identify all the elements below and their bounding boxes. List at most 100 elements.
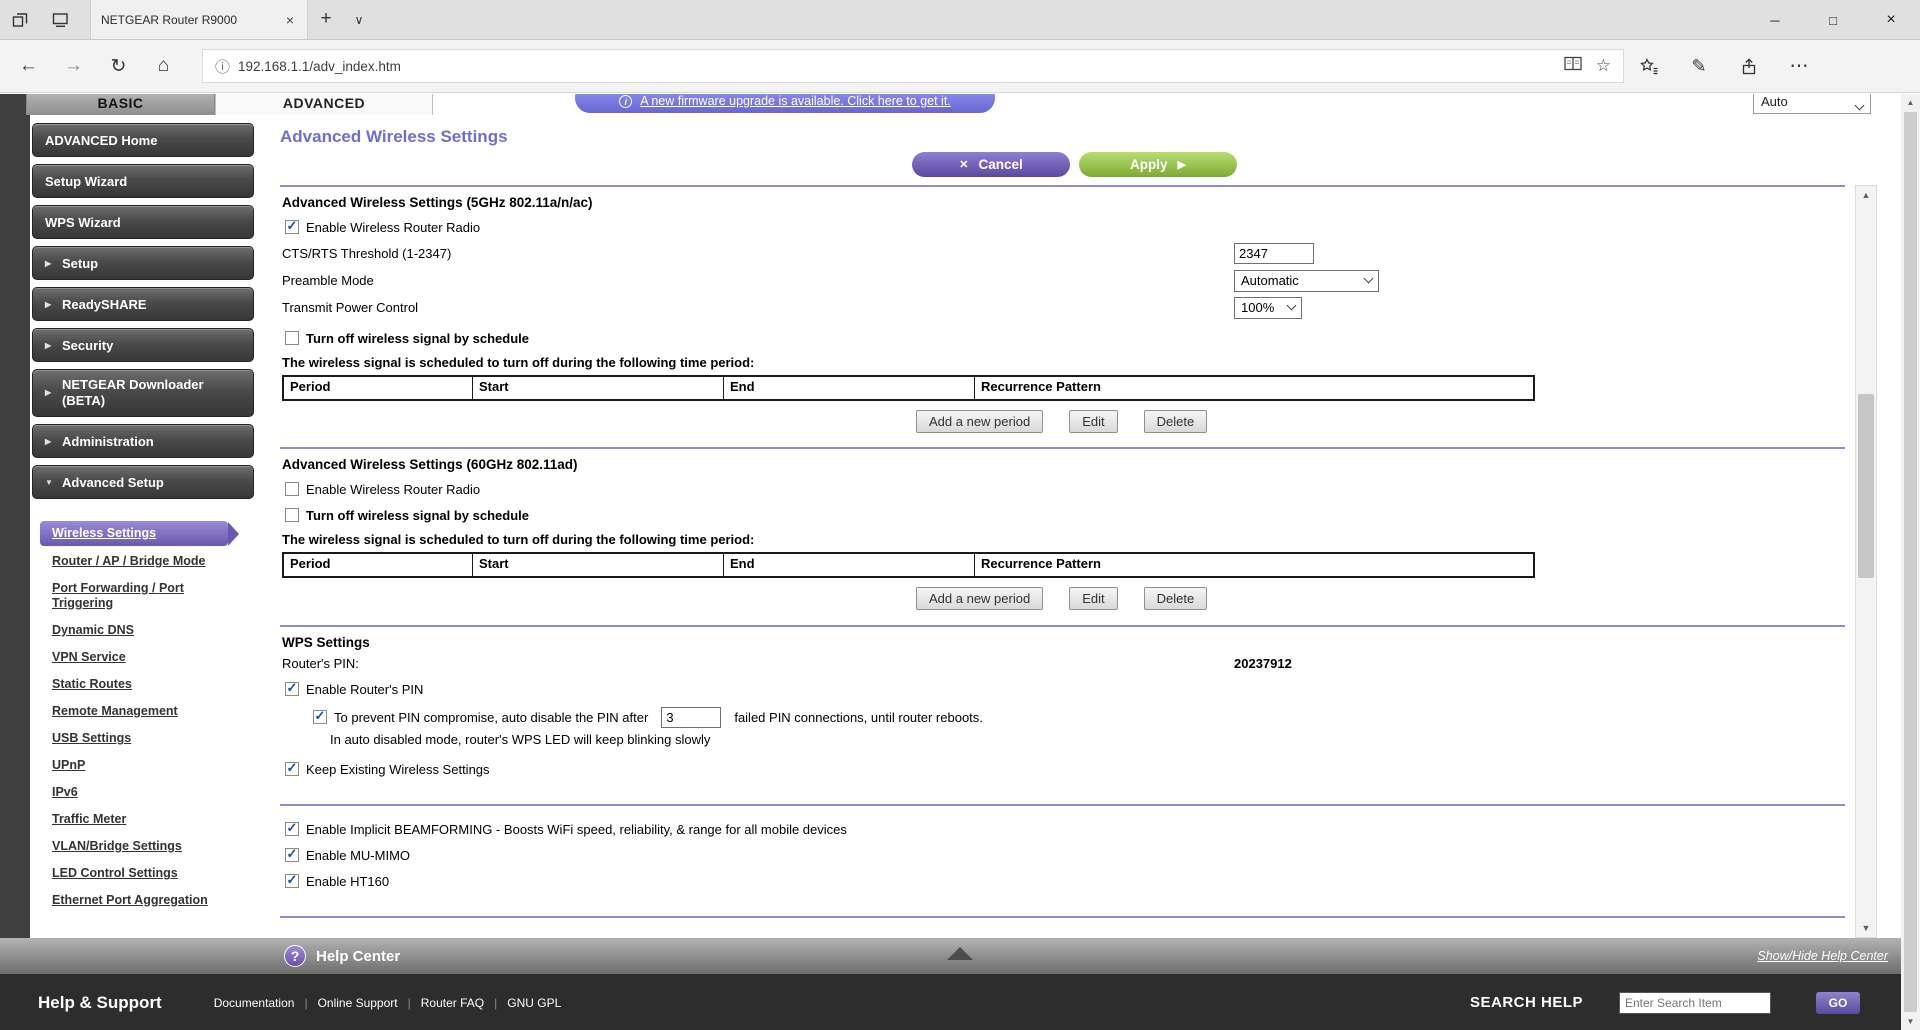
site-info-icon[interactable]: ⓘ	[215, 56, 230, 77]
sidebar-item-label: Setup Wizard	[45, 174, 127, 189]
sidebar-item-label: ADVANCED Home	[45, 133, 157, 148]
scroll-down-icon[interactable]: ▼	[1856, 919, 1876, 937]
schedule-off-60ghz-checkbox[interactable]	[285, 508, 299, 522]
sidebar-subitem-static-routes[interactable]: Static Routes	[52, 677, 227, 692]
help-center-bar: ? Help Center Show/Hide Help Center	[0, 938, 1920, 974]
search-go-button[interactable]: GO	[1816, 992, 1860, 1014]
favorites-hub-icon[interactable]	[1624, 58, 1674, 75]
transmit-power-select[interactable]: 100%	[1234, 297, 1302, 319]
sidebar-item-advanced-setup[interactable]: ▼ Advanced Setup	[32, 465, 254, 499]
refresh-icon[interactable]: ↻	[96, 55, 141, 78]
edit-period-button[interactable]: Edit	[1069, 410, 1117, 433]
cts-threshold-label: CTS/RTS Threshold (1-2347)	[282, 246, 451, 261]
new-tab-button[interactable]: +	[308, 0, 344, 39]
failed-pin-count-input[interactable]	[661, 707, 721, 728]
url-text[interactable]: 192.168.1.1/adv_index.htm	[238, 59, 1564, 74]
browser-tab[interactable]: NETGEAR Router R9000 ×	[90, 0, 308, 39]
scroll-up-icon[interactable]: ▲	[1901, 94, 1920, 111]
content-scrollbar[interactable]: ▲ ▼	[1855, 185, 1877, 938]
sidebar-subitem-port-forwarding[interactable]: Port Forwarding / Port Triggering	[52, 581, 227, 611]
sidebar-item-netgear-downloader[interactable]: ▶ NETGEAR Downloader (BETA)	[32, 369, 254, 417]
sidebar-item-advanced-home[interactable]: ADVANCED Home	[32, 123, 254, 157]
web-note-pen-icon[interactable]: ✎	[1674, 56, 1724, 77]
chevron-right-icon: ▶	[45, 300, 55, 309]
delete-period-button[interactable]: Delete	[1144, 587, 1208, 610]
forward-icon[interactable]: →	[51, 55, 96, 77]
checkbox-label: Enable Router's PIN	[306, 682, 423, 697]
browser-scrollbar[interactable]: ▲ ▼	[1901, 94, 1920, 1030]
enable-radio-5ghz-checkbox[interactable]	[285, 220, 299, 234]
sidebar-subitem-vpn-service[interactable]: VPN Service	[52, 650, 227, 665]
scrollbar-thumb[interactable]	[1858, 394, 1874, 578]
footer-link-online-support[interactable]: Online Support	[318, 996, 398, 1010]
help-collapse-arrow-icon[interactable]	[947, 947, 973, 960]
sidebar-item-wps-wizard[interactable]: WPS Wizard	[32, 205, 254, 239]
close-button[interactable]: ×	[1862, 0, 1920, 40]
show-hide-help-link[interactable]: Show/Hide Help Center	[1757, 949, 1888, 963]
scroll-up-icon[interactable]: ▲	[1856, 186, 1876, 204]
chevron-down-icon: ▼	[45, 478, 55, 487]
firmware-upgrade-banner[interactable]: i A new firmware upgrade is available. C…	[575, 94, 995, 113]
tab-list-chevron-icon[interactable]: ∨	[344, 0, 374, 39]
search-help-label: SEARCH HELP	[1470, 994, 1583, 1011]
footer-link-documentation[interactable]: Documentation	[214, 996, 295, 1010]
settings-more-icon[interactable]: ⋯	[1774, 55, 1824, 78]
sidebar-subitem-upnp[interactable]: UPnP	[52, 758, 227, 773]
enable-ht160-checkbox[interactable]	[285, 874, 299, 888]
favorite-star-icon[interactable]: ☆	[1596, 56, 1611, 76]
apply-button[interactable]: Apply ▶	[1079, 152, 1237, 177]
maximize-button[interactable]: □	[1804, 0, 1862, 40]
firmware-banner-text[interactable]: A new firmware upgrade is available. Cli…	[640, 94, 951, 108]
sidebar-subitem-router-ap-bridge-mode[interactable]: Router / AP / Bridge Mode	[52, 554, 227, 569]
sidebar-subitem-remote-management[interactable]: Remote Management	[52, 704, 227, 719]
scrollbar-thumb[interactable]	[1904, 112, 1917, 1012]
column-header-period: Period	[284, 554, 473, 576]
sidebar-item-security[interactable]: ▶ Security	[32, 328, 254, 362]
sidebar-subitem-usb-settings[interactable]: USB Settings	[52, 731, 227, 746]
sidebar-item-setup-wizard[interactable]: Setup Wizard	[32, 164, 254, 198]
section-divider	[280, 447, 1845, 449]
edit-period-button[interactable]: Edit	[1069, 587, 1117, 610]
cts-threshold-input[interactable]	[1234, 243, 1314, 264]
help-search-input[interactable]	[1619, 992, 1771, 1014]
sidebar-item-readyshare[interactable]: ▶ ReadySHARE	[32, 287, 254, 321]
home-icon[interactable]: ⌂	[141, 55, 186, 77]
reading-view-icon[interactable]	[1564, 56, 1582, 76]
tab-advanced[interactable]: ADVANCED	[215, 94, 433, 115]
url-box[interactable]: ⓘ 192.168.1.1/adv_index.htm ☆	[202, 49, 1624, 83]
tab-close-icon[interactable]: ×	[283, 12, 297, 28]
share-icon[interactable]	[1724, 58, 1774, 75]
sidebar-subitem-traffic-meter[interactable]: Traffic Meter	[52, 812, 227, 827]
sidebar-subitem-ethernet-port-aggregation[interactable]: Ethernet Port Aggregation	[52, 893, 227, 908]
cancel-button[interactable]: ✕ Cancel	[912, 152, 1070, 177]
sidebar-subitem-vlan-bridge-settings[interactable]: VLAN/Bridge Settings	[52, 839, 227, 854]
sidebar-subitem-led-control-settings[interactable]: LED Control Settings	[52, 866, 227, 881]
preamble-mode-select[interactable]: Automatic	[1234, 270, 1379, 292]
enable-router-pin-checkbox[interactable]	[285, 682, 299, 696]
back-icon[interactable]: ←	[6, 55, 51, 77]
sidebar-item-setup[interactable]: ▶ Setup	[32, 246, 254, 280]
section-5ghz: Advanced Wireless Settings (5GHz 802.11a…	[280, 195, 1845, 433]
sidebar-subitem-dynamic-dns[interactable]: Dynamic DNS	[52, 623, 227, 638]
enable-mu-mimo-checkbox[interactable]	[285, 848, 299, 862]
footer-link-router-faq[interactable]: Router FAQ	[421, 996, 484, 1010]
enable-beamforming-checkbox[interactable]	[285, 822, 299, 836]
scroll-down-icon[interactable]: ▼	[1901, 1013, 1920, 1030]
schedule-off-5ghz-checkbox[interactable]	[285, 331, 299, 345]
sidebar-subitem-ipv6[interactable]: IPv6	[52, 785, 227, 800]
enable-radio-60ghz-checkbox[interactable]	[285, 482, 299, 496]
delete-period-button[interactable]: Delete	[1144, 410, 1208, 433]
sidebar-subitem-wireless-settings[interactable]: Wireless Settings	[40, 521, 228, 546]
language-select[interactable]: Auto	[1753, 94, 1871, 114]
keep-existing-settings-checkbox[interactable]	[285, 762, 299, 776]
tab-basic[interactable]: BASIC	[26, 94, 215, 115]
footer-link-gnu-gpl[interactable]: GNU GPL	[507, 996, 561, 1010]
tab-preview-icon[interactable]	[0, 0, 40, 39]
mode-tab-strip: BASIC ADVANCED i A new firmware upgrade …	[0, 94, 1920, 115]
auto-disable-pin-checkbox[interactable]	[313, 710, 327, 724]
add-period-button[interactable]: Add a new period	[916, 410, 1043, 433]
add-period-button[interactable]: Add a new period	[916, 587, 1043, 610]
sidebar-item-administration[interactable]: ▶ Administration	[32, 424, 254, 458]
set-tabs-aside-icon[interactable]	[40, 0, 80, 39]
minimize-button[interactable]: ─	[1746, 0, 1804, 40]
